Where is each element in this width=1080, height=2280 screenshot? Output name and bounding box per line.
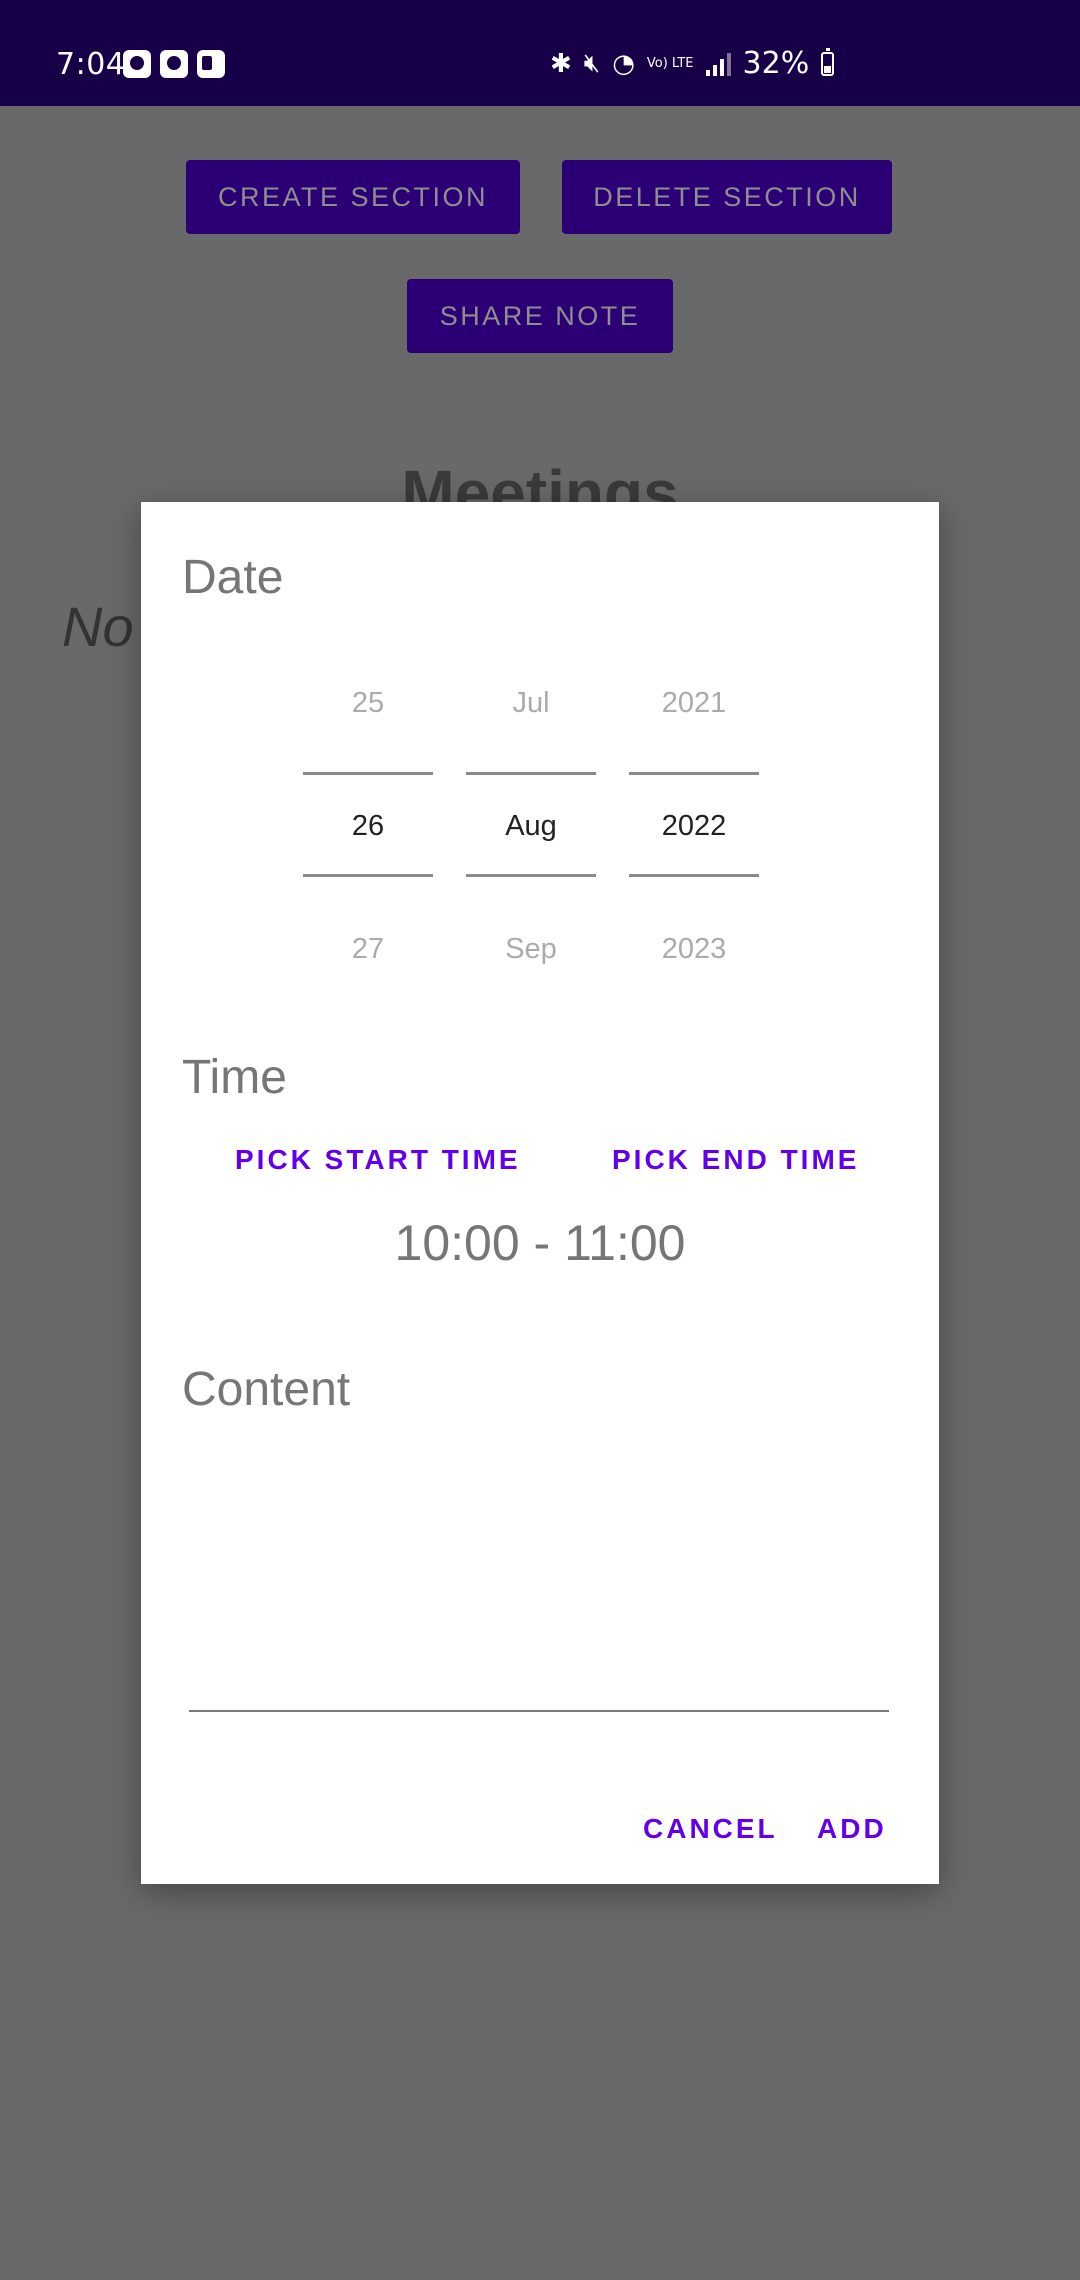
month-divider-bottom [466, 874, 596, 877]
add-note-dialog: Date 25 26 27 Jul Aug Sep 2021 2022 2023… [141, 502, 939, 1884]
month-divider-top [466, 772, 596, 775]
notification-icon [123, 50, 151, 78]
time-label: Time [182, 1051, 287, 1104]
content-input[interactable] [189, 1452, 889, 1708]
day-next[interactable]: 27 [303, 933, 433, 966]
time-range-text: 10:00 - 11:00 [394, 1215, 686, 1271]
day-selected[interactable]: 26 [303, 810, 433, 843]
month-prev[interactable]: Jul [466, 687, 596, 720]
year-divider-top [629, 772, 759, 775]
day-divider-top [303, 772, 433, 775]
month-selected[interactable]: Aug [466, 810, 596, 843]
outlook-icon [197, 50, 225, 78]
status-bar: 7:04 ✱ 🔇︎ ◔ Vo) LTE 32% [0, 0, 1080, 106]
wifi-icon: ◔ [612, 48, 635, 79]
cancel-button[interactable]: CANCEL [643, 1813, 778, 1845]
empty-notes-text: No [62, 595, 134, 658]
battery-percent: 32% [742, 46, 810, 81]
content-label: Content [182, 1363, 351, 1416]
status-time: 7:04 [56, 47, 126, 82]
signal-icon [705, 52, 731, 76]
day-divider-bottom [303, 874, 433, 877]
year-divider-bottom [629, 874, 759, 877]
month-next[interactable]: Sep [466, 933, 596, 966]
battery-icon [821, 47, 835, 76]
share-note-button[interactable]: SHARE NOTE [407, 279, 673, 353]
status-icons: ✱ 🔇︎ ◔ Vo) LTE 32% [550, 46, 835, 81]
year-next[interactable]: 2023 [629, 933, 759, 966]
content-input-underline [189, 1710, 889, 1712]
year-prev[interactable]: 2021 [629, 687, 759, 720]
add-button[interactable]: ADD [817, 1813, 887, 1845]
bluetooth-icon: ✱ [550, 48, 572, 79]
mute-icon: 🔇︎ [583, 48, 601, 78]
notification-icon [160, 50, 188, 78]
notification-icons [123, 50, 225, 78]
year-selected[interactable]: 2022 [629, 810, 759, 843]
delete-section-button[interactable]: DELETE SECTION [562, 160, 892, 234]
volte-icon: Vo) LTE [646, 56, 694, 71]
date-label: Date [182, 551, 284, 604]
day-prev[interactable]: 25 [303, 687, 433, 720]
pick-start-time-button[interactable]: PICK START TIME [235, 1144, 521, 1176]
pick-end-time-button[interactable]: PICK END TIME [612, 1144, 859, 1176]
create-section-button[interactable]: CREATE SECTION [186, 160, 520, 234]
